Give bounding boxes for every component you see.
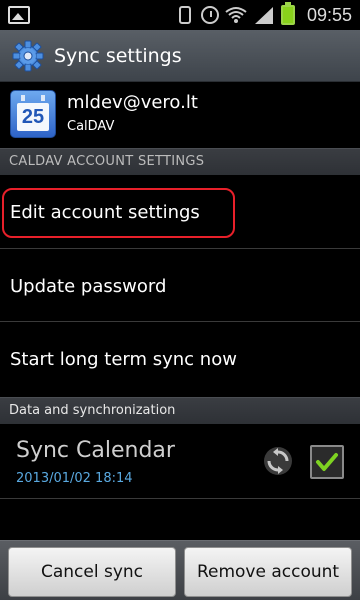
account-type: CalDAV	[67, 119, 115, 134]
account-header: 25 mldev@vero.lt CalDAV	[0, 82, 360, 146]
cancel-sync-button[interactable]: Cancel sync	[8, 547, 176, 597]
sync-calendar-timestamp: 2013/01/02 18:14	[16, 471, 133, 486]
account-email: mldev@vero.lt	[67, 92, 198, 113]
sync-calendar-checkbox[interactable]	[310, 445, 344, 479]
battery-icon	[280, 2, 295, 25]
status-time: 09:55	[306, 4, 352, 25]
sync-calendar-item[interactable]: Sync Calendar 2013/01/02 18:14	[0, 424, 360, 499]
start-long-term-sync-label: Start long term sync now	[10, 349, 237, 370]
page-title: Sync settings	[54, 44, 182, 67]
status-icons: 09:55	[175, 2, 352, 26]
data-sync-section-header: Data and synchronization	[0, 397, 360, 424]
calendar-day: 25	[21, 106, 45, 128]
update-password-label: Update password	[10, 276, 167, 297]
gear-icon	[12, 40, 44, 71]
start-long-term-sync-item[interactable]: Start long term sync now	[0, 323, 360, 395]
sync-calendar-title: Sync Calendar	[16, 438, 175, 463]
alarm-icon	[200, 6, 219, 24]
calendar-rings	[21, 95, 45, 101]
status-bar: 09:55	[0, 0, 360, 30]
sync-icon	[264, 447, 292, 475]
highlight-annotation	[2, 188, 235, 238]
caldav-section-header: CALDAV ACCOUNT SETTINGS	[0, 148, 360, 175]
image-icon	[8, 6, 30, 24]
update-password-item[interactable]: Update password	[0, 250, 360, 322]
title-bar: Sync settings	[0, 30, 360, 82]
remove-account-button[interactable]: Remove account	[184, 547, 352, 597]
vibrate-icon	[178, 6, 191, 24]
wifi-icon	[225, 7, 247, 23]
calendar-icon: 25	[10, 90, 56, 138]
check-icon	[316, 453, 338, 471]
bottom-button-bar: Cancel sync Remove account	[0, 540, 360, 600]
signal-icon	[254, 7, 273, 24]
